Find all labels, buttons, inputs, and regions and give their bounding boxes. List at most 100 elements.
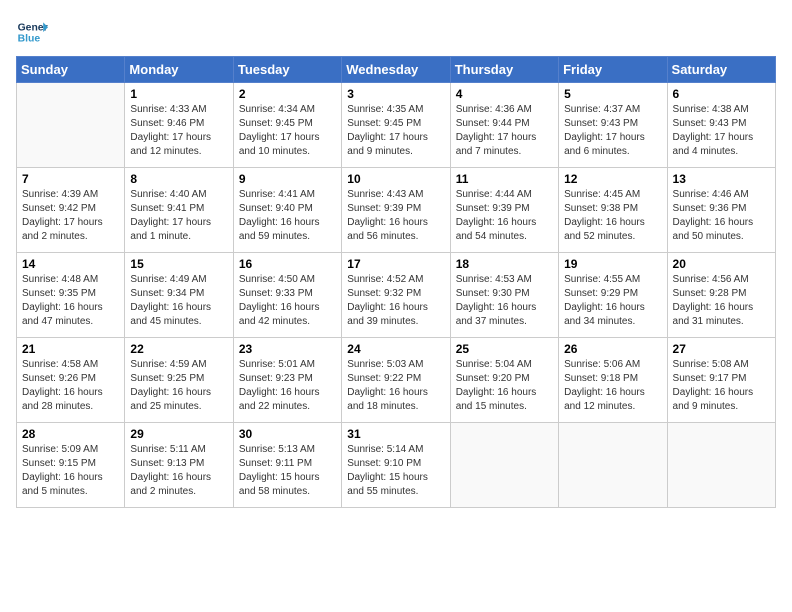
day-number: 1 — [130, 87, 227, 101]
calendar-cell: 11 Sunrise: 4:44 AM Sunset: 9:39 PM Dayli… — [450, 168, 558, 253]
calendar-cell: 22Sunrise: 4:59 AM Sunset: 9:25 PM Dayli… — [125, 338, 233, 423]
day-number: 20 — [673, 257, 770, 271]
day-number: 24 — [347, 342, 444, 356]
calendar-cell: 25 Sunrise: 5:04 AM Sunset: 9:20 PM Dayli… — [450, 338, 558, 423]
calendar-cell: 26 Sunrise: 5:06 AM Sunset: 9:18 PM Dayli… — [559, 338, 667, 423]
day-number: 15 — [130, 257, 227, 271]
calendar-cell: 14 Sunrise: 4:48 AM Sunset: 9:35 PM Dayli… — [17, 253, 125, 338]
day-number: 10 — [347, 172, 444, 186]
day-number: 8 — [130, 172, 227, 186]
calendar-cell — [667, 423, 775, 508]
column-header-sunday: Sunday — [17, 57, 125, 83]
calendar-cell: 30 Sunrise: 5:13 AM Sunset: 9:11 PM Dayli… — [233, 423, 341, 508]
calendar-cell: 16 Sunrise: 4:50 AM Sunset: 9:33 PM Dayli… — [233, 253, 341, 338]
logo-icon: General Blue — [16, 16, 48, 48]
calendar-cell: 2Sunrise: 4:34 AM Sunset: 9:45 PM Daylig… — [233, 83, 341, 168]
logo: General Blue — [16, 16, 48, 48]
column-header-tuesday: Tuesday — [233, 57, 341, 83]
column-header-monday: Monday — [125, 57, 233, 83]
day-info: Sunrise: 4:45 AM Sunset: 9:38 PM Dayligh… — [564, 188, 661, 244]
day-info: Sunrise: 4:37 AM Sunset: 9:43 PM Dayligh… — [564, 103, 661, 159]
column-header-wednesday: Wednesday — [342, 57, 450, 83]
day-info: Sunrise: 5:13 AM Sunset: 9:11 PM Dayligh… — [239, 443, 336, 499]
day-info: Sunrise: 4:48 AM Sunset: 9:35 PM Dayligh… — [22, 273, 119, 329]
day-number: 7 — [22, 172, 119, 186]
calendar-week-row: 21 Sunrise: 4:58 AM Sunset: 9:26 PM Dayli… — [17, 338, 776, 423]
calendar-week-row: 1 Sunrise: 4:33 AM Sunset: 9:46 PM Daylig… — [17, 83, 776, 168]
calendar-week-row: 7 Sunrise: 4:39 AM Sunset: 9:42 PM Daylig… — [17, 168, 776, 253]
calendar-cell: 29 Sunrise: 5:11 AM Sunset: 9:13 PM Dayli… — [125, 423, 233, 508]
day-number: 16 — [239, 257, 336, 271]
day-number: 30 — [239, 427, 336, 441]
day-info: Sunrise: 4:33 AM Sunset: 9:46 PM Dayligh… — [130, 103, 227, 159]
day-info: Sunrise: 4:56 AM Sunset: 9:28 PM Dayligh… — [673, 273, 770, 329]
day-info: Sunrise: 4:35 AM Sunset: 9:45 PM Dayligh… — [347, 103, 444, 159]
calendar-cell: 6Sunrise: 4:38 AM Sunset: 9:43 PM Daylig… — [667, 83, 775, 168]
day-info: Sunrise: 4:41 AM Sunset: 9:40 PM Dayligh… — [239, 188, 336, 244]
day-info: Sunrise: 4:38 AM Sunset: 9:43 PM Dayligh… — [673, 103, 770, 159]
calendar-week-row: 14 Sunrise: 4:48 AM Sunset: 9:35 PM Dayli… — [17, 253, 776, 338]
day-number: 21 — [22, 342, 119, 356]
day-info: Sunrise: 5:06 AM Sunset: 9:18 PM Dayligh… — [564, 358, 661, 414]
day-number: 18 — [456, 257, 553, 271]
column-header-saturday: Saturday — [667, 57, 775, 83]
day-number: 4 — [456, 87, 553, 101]
calendar-cell — [559, 423, 667, 508]
day-number: 12 — [564, 172, 661, 186]
day-number: 3 — [347, 87, 444, 101]
day-number: 13 — [673, 172, 770, 186]
calendar-cell: 17Sunrise: 4:52 AM Sunset: 9:32 PM Dayli… — [342, 253, 450, 338]
day-info: Sunrise: 5:03 AM Sunset: 9:22 PM Dayligh… — [347, 358, 444, 414]
day-number: 17 — [347, 257, 444, 271]
day-info: Sunrise: 4:39 AM Sunset: 9:42 PM Dayligh… — [22, 188, 119, 244]
day-number: 19 — [564, 257, 661, 271]
calendar-cell: 10 Sunrise: 4:43 AM Sunset: 9:39 PM Dayli… — [342, 168, 450, 253]
day-info: Sunrise: 4:46 AM Sunset: 9:36 PM Dayligh… — [673, 188, 770, 244]
day-info: Sunrise: 4:59 AM Sunset: 9:25 PM Dayligh… — [130, 358, 227, 414]
calendar-cell: 7 Sunrise: 4:39 AM Sunset: 9:42 PM Daylig… — [17, 168, 125, 253]
day-number: 27 — [673, 342, 770, 356]
day-info: Sunrise: 4:49 AM Sunset: 9:34 PM Dayligh… — [130, 273, 227, 329]
calendar-cell: 5 Sunrise: 4:37 AM Sunset: 9:43 PM Daylig… — [559, 83, 667, 168]
day-number: 28 — [22, 427, 119, 441]
calendar-cell: 9 Sunrise: 4:41 AM Sunset: 9:40 PM Daylig… — [233, 168, 341, 253]
day-number: 31 — [347, 427, 444, 441]
calendar-cell: 15 Sunrise: 4:49 AM Sunset: 9:34 PM Dayli… — [125, 253, 233, 338]
day-info: Sunrise: 4:55 AM Sunset: 9:29 PM Dayligh… — [564, 273, 661, 329]
calendar-cell: 28 Sunrise: 5:09 AM Sunset: 9:15 PM Dayli… — [17, 423, 125, 508]
day-number: 14 — [22, 257, 119, 271]
calendar-cell: 21 Sunrise: 4:58 AM Sunset: 9:26 PM Dayli… — [17, 338, 125, 423]
svg-text:Blue: Blue — [18, 34, 41, 45]
day-info: Sunrise: 5:14 AM Sunset: 9:10 PM Dayligh… — [347, 443, 444, 499]
day-number: 9 — [239, 172, 336, 186]
day-info: Sunrise: 4:34 AM Sunset: 9:45 PM Dayligh… — [239, 103, 336, 159]
calendar-cell: 4 Sunrise: 4:36 AM Sunset: 9:44 PM Daylig… — [450, 83, 558, 168]
calendar-cell: 27Sunrise: 5:08 AM Sunset: 9:17 PM Dayli… — [667, 338, 775, 423]
day-info: Sunrise: 4:43 AM Sunset: 9:39 PM Dayligh… — [347, 188, 444, 244]
calendar-cell: 31 Sunrise: 5:14 AM Sunset: 9:10 PM Dayli… — [342, 423, 450, 508]
day-number: 29 — [130, 427, 227, 441]
day-info: Sunrise: 5:04 AM Sunset: 9:20 PM Dayligh… — [456, 358, 553, 414]
calendar-cell — [17, 83, 125, 168]
calendar-cell: 20 Sunrise: 4:56 AM Sunset: 9:28 PM Dayli… — [667, 253, 775, 338]
day-info: Sunrise: 5:09 AM Sunset: 9:15 PM Dayligh… — [22, 443, 119, 499]
day-info: Sunrise: 4:58 AM Sunset: 9:26 PM Dayligh… — [22, 358, 119, 414]
day-info: Sunrise: 4:44 AM Sunset: 9:39 PM Dayligh… — [456, 188, 553, 244]
calendar-cell: 8 Sunrise: 4:40 AM Sunset: 9:41 PM Daylig… — [125, 168, 233, 253]
day-number: 5 — [564, 87, 661, 101]
day-info: Sunrise: 4:36 AM Sunset: 9:44 PM Dayligh… — [456, 103, 553, 159]
calendar-week-row: 28 Sunrise: 5:09 AM Sunset: 9:15 PM Dayli… — [17, 423, 776, 508]
day-info: Sunrise: 4:53 AM Sunset: 9:30 PM Dayligh… — [456, 273, 553, 329]
day-number: 11 — [456, 172, 553, 186]
calendar-cell — [450, 423, 558, 508]
day-info: Sunrise: 4:50 AM Sunset: 9:33 PM Dayligh… — [239, 273, 336, 329]
day-info: Sunrise: 5:11 AM Sunset: 9:13 PM Dayligh… — [130, 443, 227, 499]
day-number: 26 — [564, 342, 661, 356]
day-info: Sunrise: 5:01 AM Sunset: 9:23 PM Dayligh… — [239, 358, 336, 414]
calendar-cell: 1 Sunrise: 4:33 AM Sunset: 9:46 PM Daylig… — [125, 83, 233, 168]
calendar-cell: 23Sunrise: 5:01 AM Sunset: 9:23 PM Dayli… — [233, 338, 341, 423]
calendar-cell: 12 Sunrise: 4:45 AM Sunset: 9:38 PM Dayli… — [559, 168, 667, 253]
day-info: Sunrise: 4:40 AM Sunset: 9:41 PM Dayligh… — [130, 188, 227, 244]
day-number: 25 — [456, 342, 553, 356]
column-header-thursday: Thursday — [450, 57, 558, 83]
